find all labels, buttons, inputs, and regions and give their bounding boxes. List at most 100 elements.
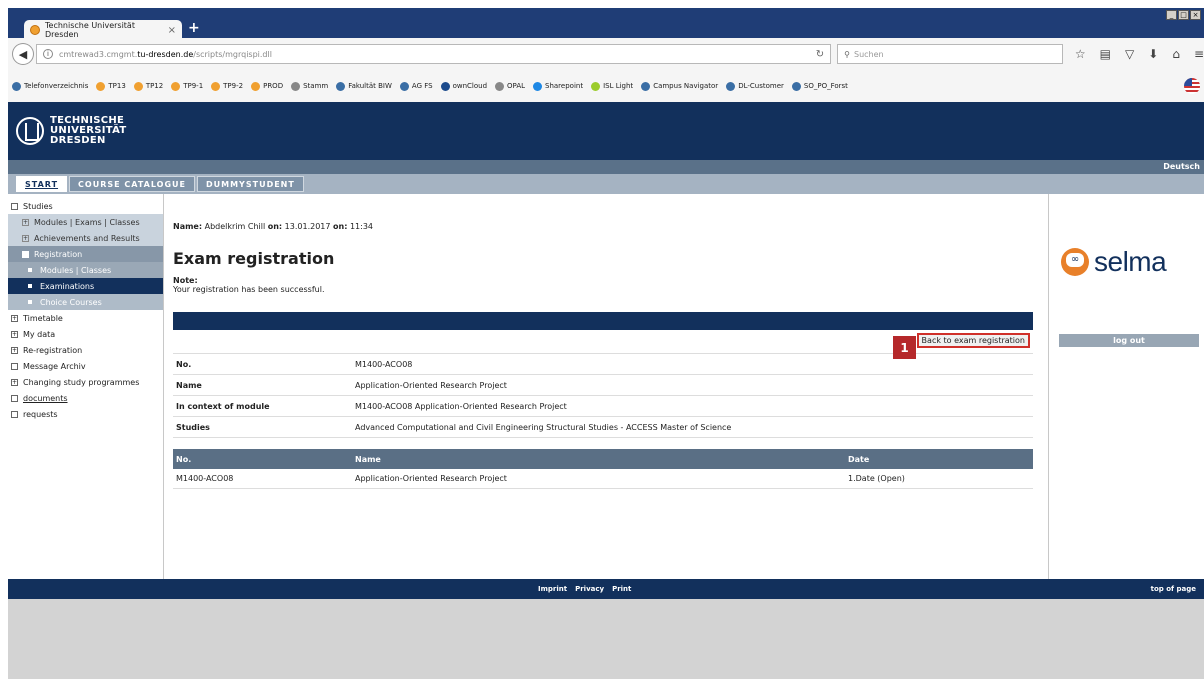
url-domain: tu-dresden.de — [137, 49, 194, 59]
bookmark-item[interactable]: DL-Customer — [726, 81, 784, 91]
us-flag-icon[interactable] — [1184, 78, 1200, 94]
privacy-link[interactable]: Privacy — [575, 585, 604, 593]
bookmark-item[interactable]: TP9-1 — [171, 81, 203, 91]
reload-icon[interactable]: ↻ — [816, 49, 824, 60]
language-link[interactable]: Deutsch — [1163, 162, 1200, 171]
bookmark-item[interactable]: SO_PO_Forst — [791, 81, 848, 91]
sidebar-item-achievements[interactable]: + Achievements and Results — [8, 230, 163, 246]
back-arrow-icon[interactable]: ◀ — [12, 43, 34, 65]
main-menu: START COURSE CATALOGUE DUMMYSTUDENT — [8, 174, 1204, 194]
sidebar-item-my-data[interactable]: + My data — [8, 326, 163, 342]
browser-tab[interactable]: Technische Universität Dresden × — [24, 20, 182, 40]
tab-title: Technische Universität Dresden — [45, 21, 135, 39]
bookmark-icon — [591, 81, 601, 91]
expand-box-icon — [11, 202, 18, 210]
top-of-page-link[interactable]: top of page — [1151, 585, 1196, 593]
home-icon[interactable]: ⌂ — [1172, 47, 1180, 61]
url-prefix: cmtrewad3.cmgmt. — [58, 49, 138, 59]
bookmark-icon — [791, 81, 801, 91]
bookmark-item[interactable]: ownCloud — [440, 81, 487, 91]
expand-box-icon: + — [11, 378, 18, 386]
sidebar-item-choice-courses[interactable]: Choice Courses — [8, 294, 163, 310]
bullet-icon — [28, 284, 32, 288]
expand-box-icon — [11, 410, 18, 418]
bookmark-item[interactable]: TP9-2 — [211, 81, 243, 91]
selma-logo: selma — [1061, 246, 1167, 278]
bookmark-item[interactable]: Fakultät BIW — [336, 81, 392, 91]
bookmark-item[interactable]: Campus Navigator — [641, 81, 718, 91]
bookmark-item[interactable]: Telefonverzeichnis — [12, 81, 88, 91]
window-controls: _ □ × — [1166, 10, 1201, 20]
new-tab-button[interactable]: + — [188, 20, 200, 36]
bookmark-icon — [133, 81, 143, 91]
bookmark-item[interactable]: TP13 — [96, 81, 126, 91]
sidebar-item-timetable[interactable]: + Timetable — [8, 310, 163, 326]
detail-row: In context of module M1400-ACO08 Applicat… — [173, 396, 1033, 417]
imprint-link[interactable]: Imprint — [538, 585, 567, 593]
bookmarks-list-icon[interactable]: ▤ — [1100, 47, 1111, 61]
url-bar[interactable]: i cmtrewad3.cmgmt. tu-dresden.de /script… — [35, 44, 832, 64]
bookmark-item[interactable]: PROD — [251, 81, 283, 91]
sidebar-item-documents[interactable]: documents — [8, 390, 163, 406]
sidebar-item-message-archiv[interactable]: Message Archiv — [8, 358, 163, 374]
browser-chrome: Technische Universität Dresden × + _ □ ×… — [8, 8, 1204, 102]
sidebar-item-studies[interactable]: Studies — [8, 198, 163, 214]
back-to-exam-registration-button[interactable]: Back to exam registration — [916, 333, 1030, 348]
expand-box-icon — [11, 394, 18, 402]
bookmark-item[interactable]: TP12 — [133, 81, 163, 91]
print-link[interactable]: Print — [612, 585, 631, 593]
column-header-no: No. — [176, 454, 192, 464]
logo-line-3: DRESDEN — [50, 135, 106, 146]
language-bar: Deutsch — [8, 160, 1204, 174]
web-page: TECHNISCHE UNIVERSITÄT DRESDEN Deutsch S… — [8, 102, 1204, 679]
sidebar-item-requests[interactable]: requests — [8, 406, 163, 422]
right-panel: selma log out — [1048, 194, 1204, 579]
sidebar-item-re-registration[interactable]: + Re-registration — [8, 342, 163, 358]
column-header-name: Name — [355, 454, 381, 464]
tab-course-catalogue[interactable]: COURSE CATALOGUE — [69, 176, 195, 192]
download-icon[interactable]: ⬇ — [1148, 47, 1158, 61]
logout-button[interactable]: log out — [1059, 334, 1199, 347]
site-header: TECHNISCHE UNIVERSITÄT DRESDEN — [8, 102, 1204, 160]
main-content: Name: Abdelkrim Chill on: 13.01.2017 on:… — [173, 194, 1048, 579]
detail-row: Studies Advanced Computational and Civil … — [173, 417, 1033, 438]
maximize-icon[interactable]: □ — [1178, 10, 1189, 20]
content-area: Studies + Modules | Exams | Classes + Achi… — [8, 194, 1204, 579]
sidebar-item-registration[interactable]: Registration — [8, 246, 163, 262]
favicon-icon — [30, 25, 40, 35]
bookmark-icon — [251, 81, 261, 91]
minimize-icon[interactable]: _ — [1166, 10, 1177, 20]
sidebar-item-examinations[interactable]: Examinations — [8, 278, 163, 294]
bookmark-icon — [291, 81, 301, 91]
search-input[interactable]: ⚲ Suchen — [837, 44, 1063, 64]
bookmark-item[interactable]: AG FS — [399, 81, 433, 91]
section-header-bar — [173, 312, 1033, 330]
bookmark-item[interactable]: Sharepoint — [533, 81, 583, 91]
close-tab-icon[interactable]: × — [168, 25, 176, 36]
close-window-icon[interactable]: × — [1190, 10, 1201, 20]
sidebar-item-changing-study-programmes[interactable]: + Changing study programmes — [8, 374, 163, 390]
pocket-icon[interactable]: ▽ — [1125, 47, 1134, 61]
tu-dresden-logo[interactable]: TECHNISCHE UNIVERSITÄT DRESDEN — [16, 116, 127, 146]
bookmark-icon — [96, 81, 106, 91]
expand-box-icon: + — [22, 218, 29, 226]
tab-start[interactable]: START — [16, 176, 68, 192]
bookmark-icon — [495, 81, 505, 91]
bookmark-item[interactable]: OPAL — [495, 81, 525, 91]
sidebar: Studies + Modules | Exams | Classes + Achi… — [8, 194, 164, 579]
page-title: Exam registration — [173, 249, 335, 268]
bookmark-icon — [336, 81, 346, 91]
selma-face-icon — [1061, 248, 1089, 276]
tab-dummystudent[interactable]: DUMMYSTUDENT — [197, 176, 304, 192]
bookmark-item[interactable]: Stamm — [291, 81, 328, 91]
bookmark-item[interactable]: ISL Light — [591, 81, 633, 91]
info-icon[interactable]: i — [42, 49, 53, 59]
table-header: No. Name Date — [173, 449, 1033, 469]
menu-icon[interactable]: ≡ — [1194, 47, 1204, 61]
sidebar-item-modules-classes[interactable]: Modules | Classes — [8, 262, 163, 278]
exam-table: No. Name Date M1400-ACO08 Application-Or… — [173, 449, 1033, 489]
expand-box-icon: + — [11, 330, 18, 338]
bookmark-star-icon[interactable]: ☆ — [1075, 47, 1086, 61]
sidebar-item-modules-exams-classes[interactable]: + Modules | Exams | Classes — [8, 214, 163, 230]
user-info-line: Name: Abdelkrim Chill on: 13.01.2017 on:… — [173, 222, 374, 231]
